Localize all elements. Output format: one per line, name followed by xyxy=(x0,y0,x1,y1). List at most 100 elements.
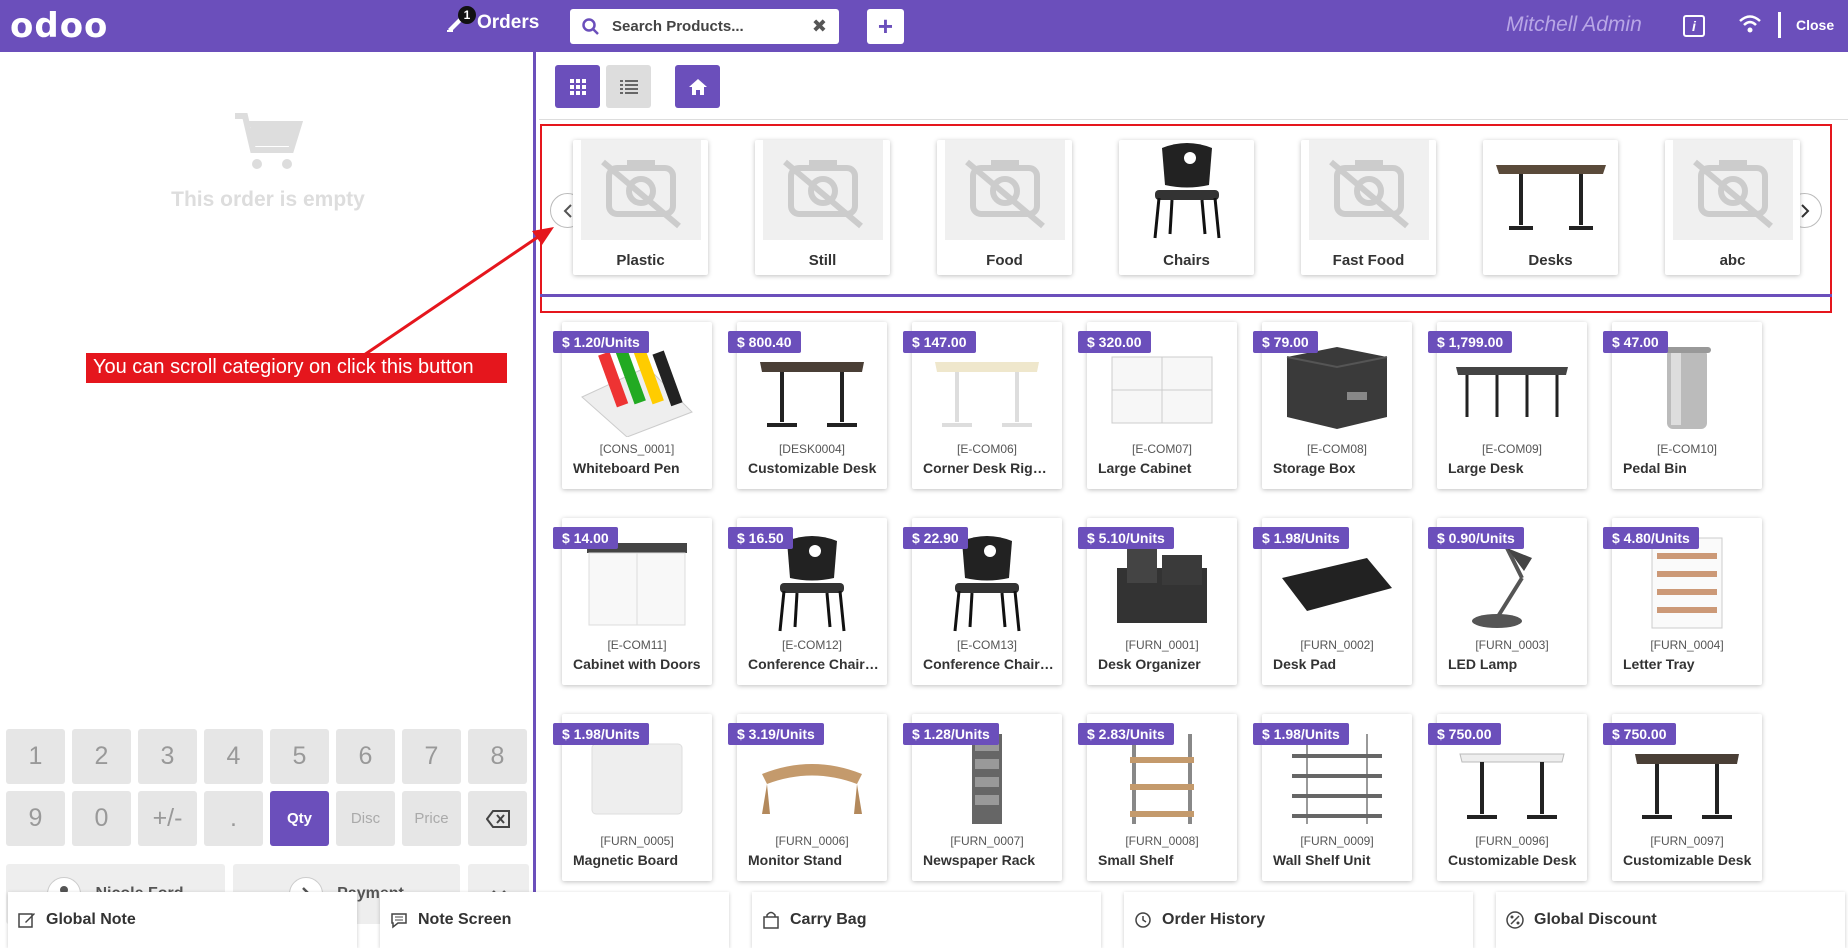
category-desks[interactable]: Desks xyxy=(1483,140,1618,275)
list-view-button[interactable] xyxy=(606,65,651,108)
numpad-key-0[interactable]: 0 xyxy=(72,791,131,846)
product-price: $ 147.00 xyxy=(903,331,976,353)
add-order-button[interactable]: + xyxy=(867,9,904,44)
numpad: 1 2 3 4 5 6 7 8 9 0 +/- . Qty Disc Price xyxy=(6,729,527,846)
chevron-right-icon xyxy=(1800,203,1809,218)
note-screen-button[interactable]: Note Screen xyxy=(380,892,729,948)
product-name: Corner Desk Right Sit xyxy=(923,460,1055,476)
orders-button[interactable]: 1 Orders xyxy=(445,6,539,34)
carry-bag-label: Carry Bag xyxy=(790,911,867,928)
product-card[interactable]: $ 147.00 [E-COM06] Corner Desk Right Sit xyxy=(903,322,1062,489)
product-price: $ 1.28/Units xyxy=(903,723,999,745)
product-card[interactable]: $ 1,799.00 [E-COM09] Large Desk xyxy=(1428,322,1587,489)
global-note-button[interactable]: Global Note xyxy=(8,892,357,948)
product-price: $ 800.40 xyxy=(728,331,801,353)
product-name: Letter Tray xyxy=(1623,656,1695,672)
product-code: [FURN_0097] xyxy=(1650,834,1724,848)
grid-icon xyxy=(569,78,586,95)
product-card[interactable]: $ 320.00 [E-COM07] Large Cabinet xyxy=(1078,322,1237,489)
product-card[interactable]: $ 750.00 [FURN_0097] Customizable Desk xyxy=(1603,714,1762,881)
product-code: [E-COM09] xyxy=(1481,442,1542,456)
product-card[interactable]: $ 5.10/Units [FURN_0001] Desk Organizer xyxy=(1078,518,1237,685)
info-icon[interactable]: i xyxy=(1683,15,1705,37)
product-name: Large Desk xyxy=(1448,460,1524,476)
numpad-key-5[interactable]: 5 xyxy=(270,729,329,784)
cart-icon xyxy=(235,113,303,169)
product-card[interactable]: $ 0.90/Units [FURN_0003] LED Lamp xyxy=(1428,518,1587,685)
numpad-key-decimal[interactable]: . xyxy=(204,791,263,846)
product-code: [DESK0004] xyxy=(778,442,846,456)
product-card[interactable]: $ 1.20/Units [CONS_0001] Whiteboard Pen xyxy=(553,322,712,489)
search-input[interactable]: Search Products... xyxy=(612,18,744,35)
product-card[interactable]: $ 750.00 [FURN_0096] Customizable Desk xyxy=(1428,714,1587,881)
product-name: Customizable Desk xyxy=(1623,852,1752,868)
product-code: [E-COM13] xyxy=(956,638,1017,652)
category-plastic[interactable]: Plastic xyxy=(573,140,708,275)
global-discount-button[interactable]: Global Discount xyxy=(1496,892,1845,948)
product-price: $ 22.90 xyxy=(903,527,968,549)
orders-count-badge: 1 xyxy=(458,6,476,24)
close-button[interactable]: Close xyxy=(1796,17,1834,33)
numpad-key-1[interactable]: 1 xyxy=(6,729,65,784)
separator xyxy=(1778,12,1781,38)
category-chairs[interactable]: Chairs xyxy=(1119,140,1254,275)
category-fast-food[interactable]: Fast Food xyxy=(1301,140,1436,275)
product-code: [FURN_0002] xyxy=(1300,638,1374,652)
product-card[interactable]: $ 1.98/Units [FURN_0005] Magnetic Board xyxy=(553,714,712,881)
product-card[interactable]: $ 47.00 [E-COM10] Pedal Bin xyxy=(1603,322,1762,489)
product-price: $ 320.00 xyxy=(1078,331,1151,353)
clear-search-icon[interactable]: ✖ xyxy=(812,16,827,37)
category-food[interactable]: Food xyxy=(937,140,1072,275)
category-label: Still xyxy=(808,252,837,269)
product-card[interactable]: $ 14.00 [E-COM11] Cabinet with Doors xyxy=(553,518,712,685)
user-name[interactable]: Mitchell Admin xyxy=(1506,13,1642,37)
home-category-button[interactable] xyxy=(675,65,720,108)
category-image xyxy=(1301,140,1436,240)
category-still[interactable]: Still xyxy=(755,140,890,275)
backspace-button[interactable] xyxy=(468,791,527,846)
category-label: Fast Food xyxy=(1332,252,1405,269)
order-history-button[interactable]: Order History xyxy=(1124,892,1473,948)
backspace-icon xyxy=(485,809,510,828)
history-icon xyxy=(1135,912,1151,928)
product-card[interactable]: $ 4.80/Units [FURN_0004] Letter Tray xyxy=(1603,518,1762,685)
product-price: $ 1.98/Units xyxy=(1253,723,1349,745)
product-card[interactable]: $ 2.83/Units [FURN_0008] Small Shelf xyxy=(1078,714,1237,881)
numpad-key-4[interactable]: 4 xyxy=(204,729,263,784)
numpad-mode-disc[interactable]: Disc xyxy=(336,791,395,846)
numpad-key-6[interactable]: 6 xyxy=(336,729,395,784)
category-image xyxy=(937,140,1072,240)
product-card[interactable]: $ 79.00 [E-COM08] Storage Box xyxy=(1253,322,1412,489)
category-abc[interactable]: abc xyxy=(1665,140,1800,275)
product-card[interactable]: $ 22.90 [E-COM13] Conference Chair (Alumin… xyxy=(903,518,1062,685)
numpad-key-9[interactable]: 9 xyxy=(6,791,65,846)
product-card[interactable]: $ 3.19/Units [FURN_0006] Monitor Stand xyxy=(728,714,887,881)
footer-bar: Global Note Note Screen Carry Bag Order … xyxy=(0,892,1848,948)
product-price: $ 1,799.00 xyxy=(1428,331,1513,353)
numpad-mode-price[interactable]: Price xyxy=(402,791,461,846)
carry-bag-button[interactable]: Carry Bag xyxy=(752,892,1101,948)
category-image xyxy=(1119,140,1254,240)
product-card[interactable]: $ 16.50 [E-COM12] Conference Chair (Steel) xyxy=(728,518,887,685)
category-underline xyxy=(540,294,1832,297)
product-code: [FURN_0004] xyxy=(1650,638,1724,652)
note-screen-label: Note Screen xyxy=(418,911,512,928)
product-card[interactable]: $ 1.98/Units [FURN_0009] Wall Shelf Unit xyxy=(1253,714,1412,881)
grid-view-button[interactable] xyxy=(555,65,600,108)
product-name: Small Shelf xyxy=(1098,852,1174,868)
numpad-key-sign[interactable]: +/- xyxy=(138,791,197,846)
numpad-key-8[interactable]: 8 xyxy=(468,729,527,784)
search-box[interactable]: Search Products... ✖ xyxy=(570,9,839,44)
product-card[interactable]: $ 1.98/Units [FURN_0002] Desk Pad xyxy=(1253,518,1412,685)
numpad-key-3[interactable]: 3 xyxy=(138,729,197,784)
category-label: Desks xyxy=(1528,252,1573,269)
product-card[interactable]: $ 800.40 [DESK0004] Customizable Desk xyxy=(728,322,887,489)
ticket-icon: 1 xyxy=(445,6,476,34)
product-card[interactable]: $ 1.28/Units [FURN_0007] Newspaper Rack xyxy=(903,714,1062,881)
product-price: $ 79.00 xyxy=(1253,331,1318,353)
global-discount-label: Global Discount xyxy=(1534,911,1657,928)
numpad-key-7[interactable]: 7 xyxy=(402,729,461,784)
product-code: [FURN_0006] xyxy=(775,834,849,848)
numpad-mode-qty[interactable]: Qty xyxy=(270,791,329,846)
numpad-key-2[interactable]: 2 xyxy=(72,729,131,784)
